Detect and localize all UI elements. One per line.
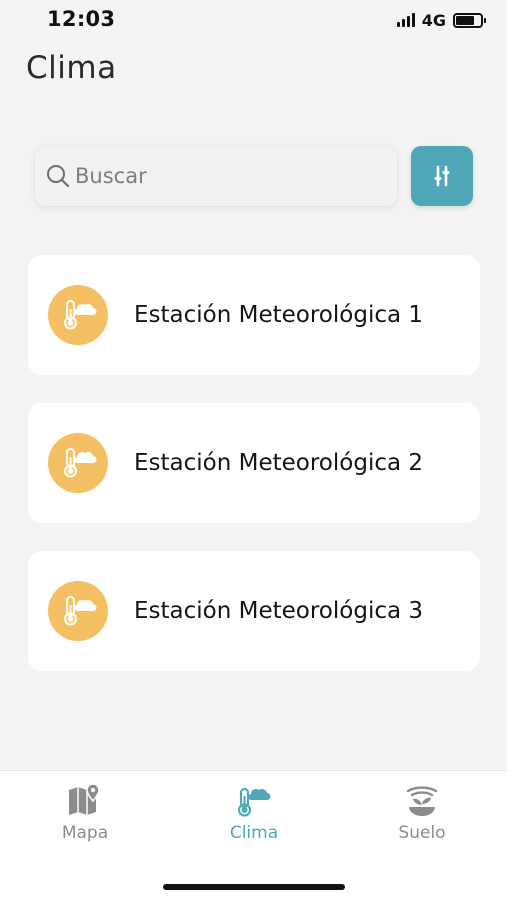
battery-icon <box>453 12 486 28</box>
search-input[interactable] <box>75 164 375 188</box>
filter-button[interactable] <box>411 146 473 206</box>
station-card[interactable]: Estación Meteorológica 1 <box>28 255 480 375</box>
nav-item-suelo[interactable]: Suelo <box>362 781 482 843</box>
station-card[interactable]: Estación Meteorológica 3 <box>28 551 480 671</box>
sliders-icon <box>434 165 450 187</box>
nav-label-clima: Clima <box>229 823 279 843</box>
nav-item-clima[interactable]: Clima <box>194 781 314 843</box>
station-name: Estación Meteorológica 1 <box>134 302 424 328</box>
nav-label-mapa: Mapa <box>61 823 109 843</box>
map-pin-icon <box>69 783 100 815</box>
thermometer-cloud-icon <box>48 433 108 493</box>
station-card[interactable]: Estación Meteorológica 2 <box>28 403 480 523</box>
search-icon <box>47 165 70 188</box>
home-indicator[interactable] <box>163 884 345 890</box>
status-indicators: 4G <box>396 10 486 30</box>
station-name: Estación Meteorológica 3 <box>134 598 424 624</box>
thermometer-cloud-icon <box>237 787 271 817</box>
network-type: 4G <box>421 10 446 30</box>
status-time: 12:03 <box>47 7 116 31</box>
search-bar[interactable] <box>35 146 397 206</box>
nav-label-suelo: Suelo <box>398 823 446 843</box>
thermometer-cloud-icon <box>48 581 108 641</box>
thermometer-cloud-icon <box>48 285 108 345</box>
soil-plant-icon <box>406 786 438 816</box>
cellular-signal-icon <box>396 13 415 27</box>
nav-item-mapa[interactable]: Mapa <box>25 781 145 843</box>
status-bar: 12:03 4G <box>0 0 507 44</box>
station-name: Estación Meteorológica 2 <box>134 450 424 476</box>
screen: 12:03 4G Clima Buscar Estación Meteoroló… <box>0 0 507 900</box>
bottom-nav: Mapa Clima Suelo <box>0 770 507 900</box>
page-title: Clima <box>26 50 117 86</box>
